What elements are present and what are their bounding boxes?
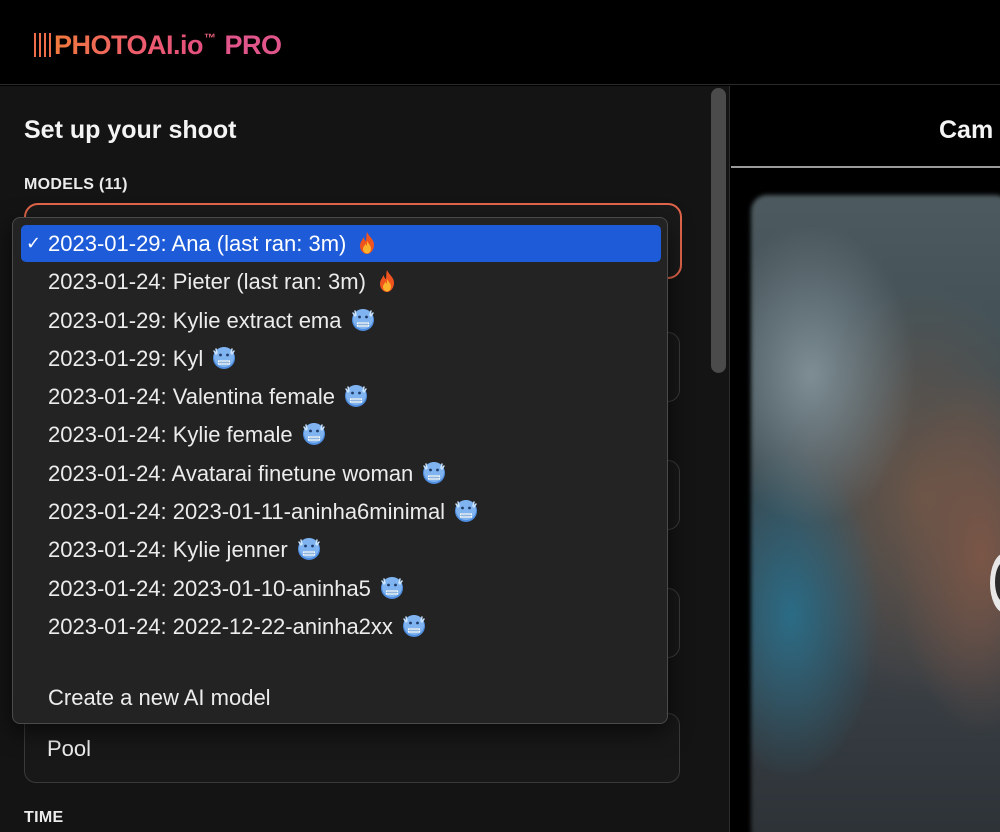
create-model-label: Create a new AI model bbox=[48, 684, 271, 710]
time-label: TIME bbox=[24, 809, 64, 826]
model-option[interactable]: 2023-01-29: Kyl bbox=[21, 340, 661, 377]
model-option-label: 2023-01-24: Avatarai finetune woman bbox=[48, 460, 414, 486]
model-option-label: 2023-01-24: Valentina female bbox=[48, 383, 336, 409]
create-model-option[interactable]: Create a new AI model bbox=[21, 679, 661, 716]
tab-camera[interactable]: Cam bbox=[939, 116, 993, 145]
cold-face-emoji-icon bbox=[401, 613, 427, 639]
model-option[interactable]: ✓ 2023-01-29: Ana (last ran: 3m) bbox=[21, 225, 661, 262]
model-option[interactable]: 2023-01-24: 2022-12-22-aninha2xx bbox=[21, 608, 661, 645]
place-value: Pool bbox=[47, 736, 92, 761]
model-option-label: 2023-01-24: 2023-01-10-aninha5 bbox=[48, 575, 371, 601]
cold-face-emoji-icon bbox=[296, 536, 322, 562]
logo-text: PHOTOAI.io bbox=[54, 29, 204, 60]
checkmark-icon: ✓ bbox=[26, 233, 42, 253]
model-option-label: 2023-01-24: Kylie female bbox=[48, 421, 293, 447]
scrollbar-thumb[interactable] bbox=[711, 88, 726, 373]
cold-face-emoji-icon bbox=[453, 498, 479, 524]
cold-face-emoji-icon bbox=[301, 421, 327, 447]
model-option[interactable]: 2023-01-29: Kylie extract ema bbox=[21, 302, 661, 339]
model-option[interactable]: 2023-01-24: 2023-01-10-aninha5 bbox=[21, 570, 661, 607]
logo-bars-icon bbox=[34, 33, 51, 57]
model-dropdown-menu: ✓ 2023-01-29: Ana (last ran: 3m) 2023-01-2… bbox=[12, 217, 668, 724]
model-option[interactable]: 2023-01-24: Avatarai finetune woman bbox=[21, 455, 661, 492]
model-option-label: 2023-01-29: Kyl bbox=[48, 345, 204, 371]
model-option-label: 2023-01-24: Pieter (last ran: 3m) bbox=[48, 268, 366, 294]
panel-title: Set up your shoot bbox=[24, 116, 237, 144]
cold-face-emoji-icon bbox=[421, 460, 447, 486]
model-option[interactable]: 2023-01-24: Valentina female bbox=[21, 378, 661, 415]
logo[interactable]: PHOTOAI.io ™ PRO bbox=[34, 28, 282, 62]
model-option-label: 2023-01-29: Ana (last ran: 3m) bbox=[48, 230, 347, 256]
logo-trademark: ™ bbox=[204, 31, 216, 45]
tab-underline bbox=[731, 166, 1000, 168]
fire-emoji-icon bbox=[374, 268, 400, 294]
cold-face-emoji-icon bbox=[379, 575, 405, 601]
model-option[interactable]: 2023-01-24: Pieter (last ran: 3m) bbox=[21, 263, 661, 300]
cold-face-emoji-icon bbox=[211, 345, 237, 371]
model-option-label: 2023-01-29: Kylie extract ema bbox=[48, 307, 342, 333]
cold-face-emoji-icon bbox=[350, 307, 376, 333]
model-option-label: 2023-01-24: Kylie jenner bbox=[48, 536, 288, 562]
model-option[interactable]: 2023-01-24: Kylie jenner bbox=[21, 531, 661, 568]
camera-panel: Cam bbox=[731, 86, 1000, 832]
cold-face-emoji-icon bbox=[343, 383, 369, 409]
photo-preview bbox=[751, 195, 1000, 832]
models-label: MODELS (11) bbox=[24, 176, 128, 193]
logo-pro-badge: PRO bbox=[224, 29, 283, 60]
model-option[interactable]: 2023-01-24: 2023-01-11-aninha6minimal bbox=[21, 493, 661, 530]
fire-emoji-icon bbox=[354, 230, 380, 256]
model-option-label: 2023-01-24: 2023-01-11-aninha6minimal bbox=[48, 498, 446, 524]
top-bar: PHOTOAI.io ™ PRO bbox=[0, 0, 1000, 85]
model-option[interactable]: 2023-01-24: Kylie female bbox=[21, 416, 661, 453]
model-option-label: 2023-01-24: 2022-12-22-aninha2xx bbox=[48, 613, 393, 639]
